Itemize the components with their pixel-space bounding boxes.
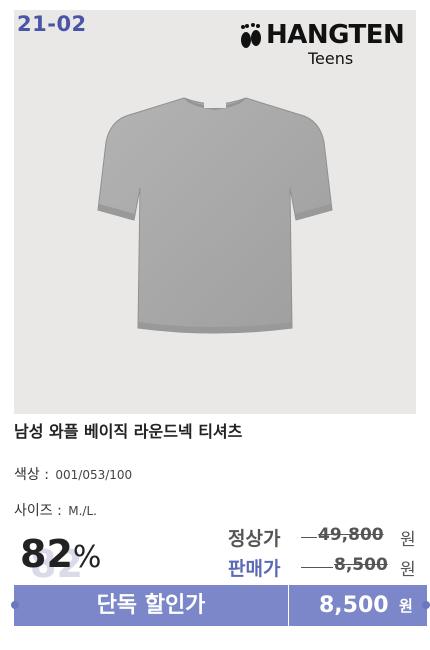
size-value: M./L. bbox=[68, 504, 97, 518]
color-label: 색상 : bbox=[14, 467, 49, 483]
discount-number-wrap: 82% bbox=[20, 532, 101, 576]
discount-rate: 82 82% bbox=[20, 530, 130, 586]
exclusive-discount-bar[interactable]: 단독 할인가 bbox=[14, 585, 288, 626]
size-label: 사이즈 : bbox=[14, 503, 62, 519]
sale-price-currency: 원 bbox=[400, 560, 416, 580]
brand-name: HANGTEN bbox=[266, 20, 405, 50]
exclusive-discount-label: 단독 할인가 bbox=[96, 593, 206, 618]
feet-logo-icon bbox=[241, 23, 261, 48]
exclusive-price: 8,500 bbox=[319, 593, 389, 618]
color-value: 001/053/100 bbox=[55, 468, 133, 482]
brand-logo: HANGTEN Teens bbox=[238, 18, 408, 70]
regular-price-label: 정상가 bbox=[228, 528, 281, 550]
bar-left-dot bbox=[11, 601, 19, 609]
sale-price-label: 판매가 bbox=[228, 558, 281, 580]
product-photo[interactable]: 21-02 HANGTEN Teens bbox=[14, 10, 416, 414]
tshirt-image bbox=[97, 97, 333, 334]
product-title[interactable]: 남성 와플 베이직 라운드넥 티셔츠 bbox=[14, 418, 242, 442]
regular-price: 49,800 bbox=[318, 525, 384, 545]
exclusive-price-box[interactable]: 8,500 원 bbox=[289, 585, 427, 626]
sale-price: 8,500 bbox=[334, 555, 388, 575]
discount-symbol: % bbox=[72, 540, 102, 575]
exclusive-price-currency: 원 bbox=[399, 597, 413, 615]
bar-right-dot bbox=[422, 601, 430, 609]
product-card[interactable]: 21-02 HANGTEN Teens 남성 와플 베이직 라운드넥 티셔츠 색… bbox=[0, 0, 430, 650]
discount-number: 82 bbox=[20, 532, 73, 576]
sale-price-dash bbox=[301, 567, 333, 568]
color-option: 색상 : 001/053/100 bbox=[14, 464, 132, 484]
size-option: 사이즈 : M./L. bbox=[14, 500, 97, 520]
product-code: 21-02 bbox=[17, 12, 87, 36]
brand-sub: Teens bbox=[308, 49, 354, 68]
regular-price-dash bbox=[301, 537, 317, 538]
regular-price-currency: 원 bbox=[400, 530, 416, 550]
